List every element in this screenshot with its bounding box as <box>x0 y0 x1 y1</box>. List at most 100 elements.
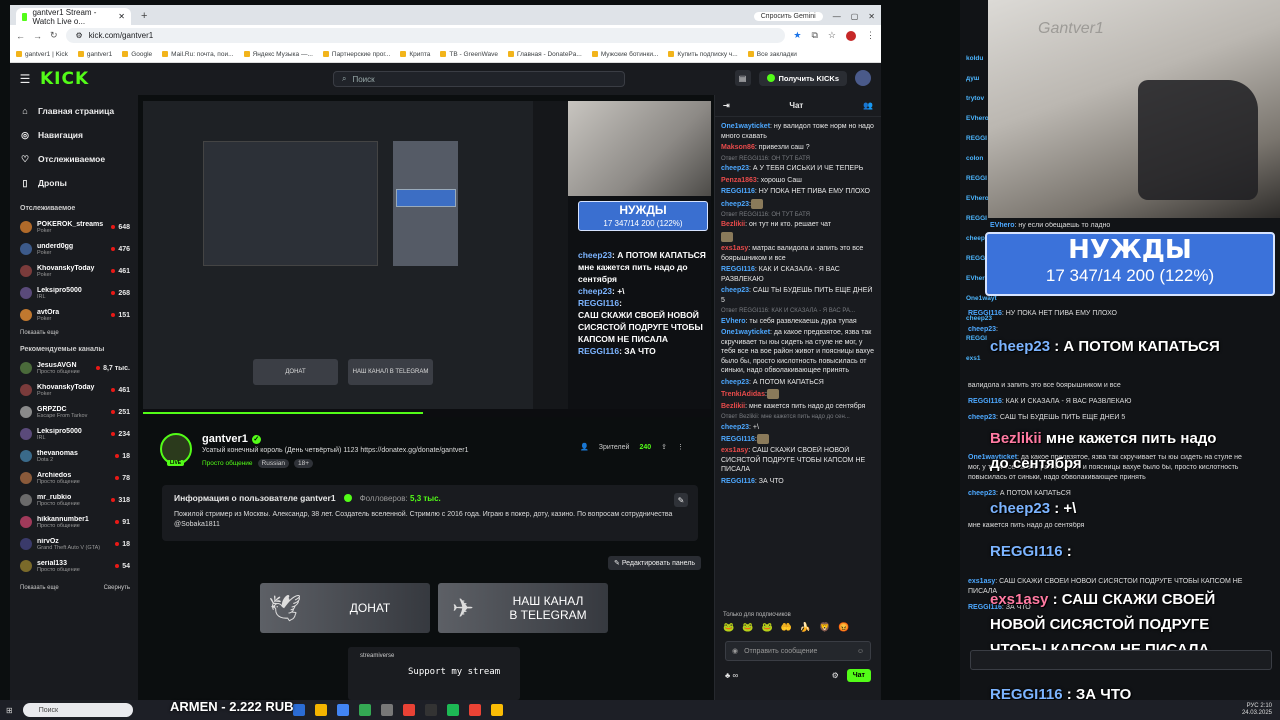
chat-message[interactable]: exs1asy: матрас валидола и запить это вс… <box>721 244 875 263</box>
chat-username[interactable]: exs1asy <box>721 245 748 252</box>
bookmark-item[interactable]: Партнерские прог... <box>322 51 390 58</box>
tag-age[interactable]: 18+ <box>294 459 314 468</box>
app-icon-5[interactable] <box>380 704 393 716</box>
sidebar-nav-item[interactable]: ♡ Отслеживаемое <box>20 147 138 171</box>
chat-input[interactable]: ◉ Отправить сообщение ☺ <box>725 641 871 661</box>
show-more-recommended[interactable]: Показать еще <box>20 585 59 591</box>
chat-username[interactable]: cheep23 <box>721 165 749 172</box>
bookmark-item[interactable]: Мужские ботинки... <box>591 51 658 58</box>
emote-5-icon[interactable]: 🍌 <box>800 622 811 633</box>
library-icon[interactable]: ▤ <box>734 70 751 86</box>
chat-username[interactable]: Penza1863 <box>721 177 757 184</box>
chat-message[interactable]: Bezlikii: мне кажется пить надо до сентя… <box>721 402 875 412</box>
sidebar-channel[interactable]: thevanomas Dota 2 18 <box>20 445 138 467</box>
player-progress-bar[interactable] <box>143 409 711 417</box>
chat-message[interactable]: Penza1863: хорошо Саш <box>721 176 875 186</box>
profile-avatar[interactable] <box>846 30 856 41</box>
chat-username[interactable]: EVhero <box>721 318 746 325</box>
app-icon-3[interactable] <box>336 704 349 716</box>
stream-category[interactable]: Просто общение <box>202 460 253 467</box>
chat-username[interactable]: One1wayticket <box>721 329 770 336</box>
chat-message[interactable]: REGGI116: НУ ПОКА НЕТ ПИВА ЕМУ ПЛОХО <box>721 187 875 197</box>
chat-username[interactable]: cheep23 <box>721 200 749 207</box>
new-tab-button[interactable]: + <box>135 10 153 25</box>
taskbar-search[interactable]: Поиск <box>22 703 133 717</box>
back-icon[interactable]: ← <box>16 31 25 41</box>
chat-username[interactable]: Bezlikii <box>721 403 745 410</box>
streamiverse-panel[interactable]: streamiverse Support my stream <box>348 647 520 700</box>
chat-username[interactable]: cheep23 <box>721 287 749 294</box>
sidebar-channel[interactable]: GRPZDC Escape From Tarkov 251 <box>20 401 138 423</box>
chat-username[interactable]: REGGI116 <box>721 266 755 273</box>
chat-message[interactable] <box>721 231 875 242</box>
chat-message[interactable]: cheep23: САШ ТЫ БУДЕШЬ ПИТЬ ЕЩЕ ДНЕЙ 5 <box>721 286 875 305</box>
hamburger-menu-icon[interactable]: ☰ <box>10 72 40 86</box>
chat-username[interactable]: cheep23 <box>721 424 749 431</box>
emoji-picker-icon[interactable]: ☺ <box>857 648 864 655</box>
chat-message[interactable]: REGGI116: <box>721 434 875 445</box>
sidebar-channel[interactable]: underd0gg Poker 476 <box>20 238 138 260</box>
emote-7-icon[interactable]: 😡 <box>838 622 849 633</box>
bookmark-item[interactable]: gantver1 <box>77 51 112 58</box>
app-icon-10[interactable] <box>490 704 503 716</box>
extensions-icon[interactable]: ⧉ <box>811 30 817 41</box>
emote-1-icon[interactable]: 🐸 <box>723 622 734 633</box>
chat-message[interactable]: REGGI116: ЗА ЧТО <box>721 477 875 487</box>
chat-message[interactable]: Ответ REGGI116: КАК И СКАЗАЛА - Я ВАС РА… <box>721 307 875 326</box>
video-player[interactable]: ДОНАТ НАШ КАНАЛ В TELEGRAM НУЖДЫ 17 347/… <box>143 101 711 417</box>
chat-username[interactable]: REGGI116 <box>721 478 755 485</box>
sidebar-channel[interactable]: Archiedos Просто общение 78 <box>20 467 138 489</box>
gemini-button[interactable]: Спросить Gemini <box>753 12 823 21</box>
search-input[interactable]: ⌕ Поиск <box>333 71 625 87</box>
kick-mini-icon[interactable]: ♣ ∞ <box>725 671 738 680</box>
chat-username[interactable]: TrenkiAdidas <box>721 391 765 398</box>
emote-3-icon[interactable]: 🐸 <box>761 622 772 633</box>
bookmark-item[interactable]: Крипта <box>400 51 430 58</box>
sidebar-channel[interactable]: avtOra Poker 151 <box>20 304 138 326</box>
reload-icon[interactable]: ↻ <box>50 30 58 41</box>
emote-4-icon[interactable]: 🤲 <box>781 622 792 633</box>
app-icon-2[interactable] <box>314 704 327 716</box>
sidebar-channel[interactable]: Leksipro5000 IRL 268 <box>20 282 138 304</box>
chat-username[interactable]: Bezlikii <box>721 221 745 228</box>
get-kicks-button[interactable]: Получить KICKs <box>758 70 847 86</box>
chat-message[interactable]: Ответ Bezlikii: мне кажется пить надо до… <box>721 413 875 432</box>
kick-logo[interactable]: KICK <box>40 69 100 89</box>
app-icon-8[interactable] <box>446 704 459 716</box>
browser-menu-icon[interactable]: ⋮ <box>866 30 875 41</box>
chat-message[interactable]: TrenkiAdidas: <box>721 389 875 400</box>
app-icon-9[interactable] <box>468 704 481 716</box>
chat-message[interactable]: REGGI116: КАК И СКАЗАЛА - Я ВАС РАЗВЛЕКА… <box>721 265 875 284</box>
sidebar-nav-item[interactable]: ▯ Дропы <box>20 171 138 195</box>
chat-message[interactable]: One1wayticket: ну валидол тоже норм но н… <box>721 122 875 141</box>
clock[interactable]: РУС 2:10 24.03.2025 <box>1242 703 1272 717</box>
bookmark-item[interactable]: Яндекс Музыка —... <box>243 51 313 58</box>
chat-username[interactable]: exs1asy <box>721 447 748 454</box>
chat-username[interactable]: One1wayticket <box>721 123 770 130</box>
sidebar-nav-item[interactable]: ⌂ Главная страница <box>20 99 138 123</box>
donate-panel[interactable]: 🕊 ДОНАТ <box>260 583 430 633</box>
channel-name[interactable]: gantver1 <box>202 433 248 445</box>
emote-2-icon[interactable]: 🐸 <box>742 622 753 633</box>
minimize-icon[interactable]: — <box>833 12 841 21</box>
downloads-icon[interactable]: ☆ <box>828 30 836 41</box>
bookmark-item[interactable]: TB - GreenWave <box>440 51 498 58</box>
edit-about-icon[interactable]: ✎ <box>674 493 688 507</box>
sidebar-channel[interactable]: nirvOz Grand Theft Auto V (GTA) 18 <box>20 533 138 555</box>
chat-message[interactable]: Ответ REGGI116: ОН ТУТ БАТЯ cheep23: А У … <box>721 155 875 174</box>
site-info-icon[interactable]: ⚙ <box>76 31 83 40</box>
forward-icon[interactable]: → <box>33 31 42 41</box>
bookmark-item[interactable]: Все закладки <box>747 51 797 58</box>
emote-6-icon[interactable]: 🦁 <box>819 622 830 633</box>
sidebar-channel[interactable]: POKEROK_streams Poker 648 <box>20 216 138 238</box>
more-options-icon[interactable]: ⋮ <box>677 443 684 451</box>
chat-settings-icon[interactable]: ⚙ <box>832 671 839 680</box>
bookmark-item[interactable]: Купить подписку ч... <box>668 51 738 58</box>
bookmark-item[interactable]: Mail.Ru: почта, пои... <box>162 51 234 58</box>
sidebar-channel[interactable]: KhovanskyToday Poker 461 <box>20 379 138 401</box>
sidebar-channel[interactable]: KhovanskyToday Poker 461 <box>20 260 138 282</box>
app-icon-7[interactable] <box>424 704 437 716</box>
bookmark-item[interactable]: gantver1 | Kick <box>16 51 68 58</box>
chat-message[interactable]: cheep23: А ПОТОМ КАПАТЬСЯ <box>721 378 875 388</box>
app-icon-1[interactable] <box>292 704 305 716</box>
